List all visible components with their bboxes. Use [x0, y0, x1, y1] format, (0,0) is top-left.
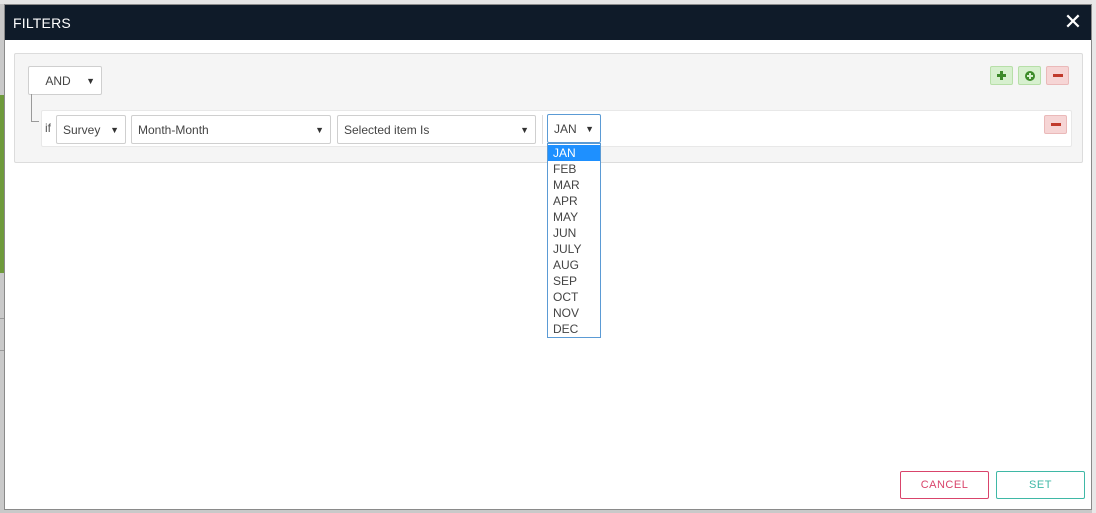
- dropdown-option[interactable]: DEC: [548, 321, 600, 337]
- chevron-down-icon: ▼: [315, 124, 324, 135]
- group-condition-value: AND: [45, 73, 71, 88]
- plus-circle-icon: [1024, 70, 1035, 81]
- rule-if-label: if: [45, 121, 51, 135]
- cancel-button[interactable]: CANCEL: [900, 471, 989, 499]
- tree-connector: [31, 121, 39, 122]
- minus-icon: [1050, 123, 1061, 126]
- plus-icon: [997, 71, 1006, 80]
- dropdown-option[interactable]: SEP: [548, 273, 600, 289]
- rule-field-value: Month-Month: [138, 122, 209, 137]
- modal-header: FILTERS ✕: [5, 5, 1091, 40]
- delete-group-button[interactable]: [1046, 66, 1069, 85]
- dropdown-option[interactable]: AUG: [548, 257, 600, 273]
- dropdown-option[interactable]: APR: [548, 193, 600, 209]
- set-button[interactable]: SET: [996, 471, 1085, 499]
- rule-operator-value: Selected item Is: [344, 122, 430, 137]
- filters-modal: FILTERS ✕ AND ▼ if Survey ▼ Month-Month: [4, 4, 1092, 510]
- dropdown-option[interactable]: JUN: [548, 225, 600, 241]
- modal-title: FILTERS: [13, 14, 71, 31]
- add-rule-button[interactable]: [990, 66, 1013, 85]
- rule-source-value: Survey: [63, 122, 101, 137]
- dropdown-option[interactable]: JULY: [548, 241, 600, 257]
- rule-row: if Survey ▼ Month-Month ▼ Selected item …: [41, 110, 1072, 147]
- chevron-down-icon: ▼: [86, 75, 95, 86]
- dropdown-option[interactable]: OCT: [548, 289, 600, 305]
- rule-value-select[interactable]: JAN ▼: [547, 114, 601, 143]
- chevron-down-icon: ▼: [585, 123, 594, 134]
- minus-icon: [1052, 74, 1063, 77]
- group-condition-select[interactable]: AND ▼: [28, 66, 102, 95]
- rule-field-select[interactable]: Month-Month ▼: [131, 115, 331, 144]
- rule-operator-select[interactable]: Selected item Is ▼: [337, 115, 536, 144]
- close-icon[interactable]: ✕: [1063, 10, 1083, 33]
- dropdown-option[interactable]: NOV: [548, 305, 600, 321]
- rule-value-value: JAN: [554, 121, 577, 136]
- chevron-down-icon: ▼: [520, 124, 529, 135]
- delete-rule-button[interactable]: [1044, 115, 1067, 134]
- chevron-down-icon: ▼: [110, 124, 119, 135]
- add-group-button[interactable]: [1018, 66, 1041, 85]
- dropdown-option[interactable]: MAR: [548, 177, 600, 193]
- month-dropdown-list: JAN FEB MAR APR MAY JUN JULY AUG SEP OCT NOV DEC: [547, 143, 601, 338]
- tree-connector: [31, 94, 32, 122]
- rule-divider: [542, 115, 543, 144]
- rule-source-select[interactable]: Survey ▼: [56, 115, 126, 144]
- dropdown-option[interactable]: FEB: [548, 161, 600, 177]
- dropdown-option[interactable]: JAN: [548, 145, 600, 161]
- background-app-right-edge: [1092, 0, 1096, 513]
- dropdown-option[interactable]: MAY: [548, 209, 600, 225]
